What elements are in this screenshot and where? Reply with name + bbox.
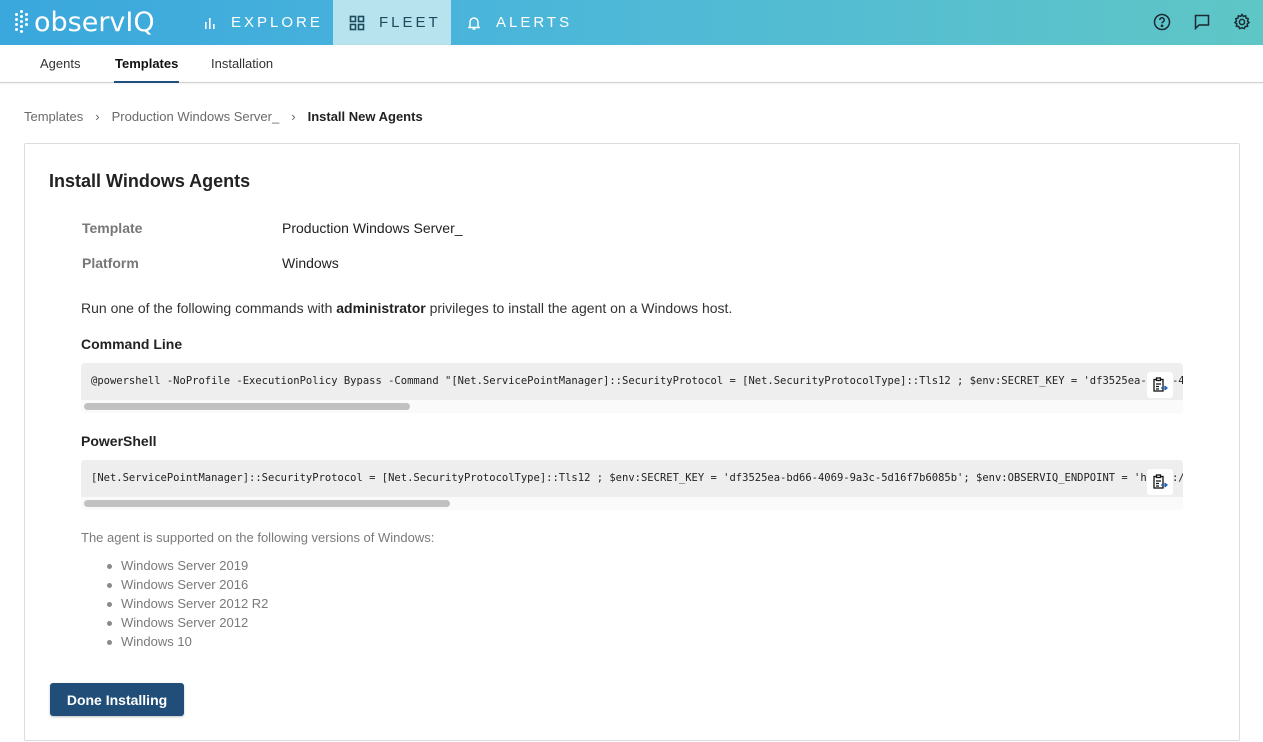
tab-templates[interactable]: Templates bbox=[113, 45, 180, 83]
supported-versions-list: Windows Server 2019 Windows Server 2016 … bbox=[106, 556, 269, 651]
command-line-scrollbar-thumb[interactable] bbox=[84, 403, 410, 410]
list-item: Windows Server 2019 bbox=[106, 556, 268, 575]
breadcrumb-templates-link[interactable]: Templates bbox=[24, 109, 83, 124]
bar-chart-icon bbox=[203, 16, 217, 30]
instructions-bold: administrator bbox=[336, 300, 426, 316]
instructions-suffix: privileges to install the agent on a Win… bbox=[425, 300, 733, 316]
breadcrumb-separator: › bbox=[95, 109, 100, 124]
tab-installation[interactable]: Installation bbox=[211, 45, 273, 83]
top-navigation-bar: observIQ EXPLORE FLEET ALERTS bbox=[0, 0, 1263, 45]
command-line-code[interactable]: @powershell -NoProfile -ExecutionPolicy … bbox=[91, 375, 1183, 387]
nav-explore-label: EXPLORE bbox=[231, 14, 323, 31]
platform-label: Platform bbox=[82, 255, 139, 271]
list-item: Windows Server 2012 R2 bbox=[106, 596, 269, 611]
copy-command-line-button[interactable] bbox=[1147, 372, 1173, 398]
powershell-code[interactable]: [Net.ServicePointManager]::SecurityProto… bbox=[91, 472, 1183, 484]
logo-dots-icon bbox=[12, 9, 32, 35]
command-line-heading: Command Line bbox=[81, 336, 183, 352]
platform-value: Windows bbox=[282, 255, 339, 271]
powershell-scrollbar[interactable] bbox=[81, 497, 1183, 510]
nav-explore[interactable]: EXPLORE bbox=[203, 0, 333, 45]
done-installing-button[interactable]: Done Installing bbox=[50, 683, 184, 716]
breadcrumb-separator: › bbox=[291, 109, 296, 124]
copy-clipboard-icon bbox=[1153, 474, 1168, 489]
nav-fleet-label: FLEET bbox=[379, 14, 441, 31]
list-item: Windows Server 2016 bbox=[106, 575, 268, 594]
command-line-scrollbar[interactable] bbox=[81, 400, 1183, 413]
sub-navigation-tabs: Agents Templates Installation bbox=[0, 45, 1263, 83]
breadcrumb-current: Install New Agents bbox=[307, 109, 423, 124]
breadcrumb-template-link[interactable]: Production Windows Server_ bbox=[112, 109, 280, 124]
list-item: Windows Server 2012 bbox=[106, 613, 268, 632]
copy-clipboard-icon bbox=[1153, 377, 1168, 392]
observiq-logo[interactable]: observIQ bbox=[12, 6, 155, 38]
grid-icon bbox=[349, 15, 365, 31]
gear-icon[interactable] bbox=[1231, 11, 1253, 33]
instructions-text: Run one of the following commands with a… bbox=[81, 300, 732, 316]
instructions-prefix: Run one of the following commands with bbox=[81, 300, 337, 316]
nav-alerts[interactable]: ALERTS bbox=[466, 0, 586, 45]
template-label: Template bbox=[82, 220, 143, 236]
copy-powershell-button[interactable] bbox=[1147, 469, 1173, 495]
list-item: Windows 10 bbox=[106, 632, 268, 651]
breadcrumb: Templates › Production Windows Server_ ›… bbox=[24, 109, 423, 124]
install-card: Install Windows Agents Template Producti… bbox=[24, 143, 1240, 741]
logo-text: observIQ bbox=[34, 6, 155, 38]
nav-alerts-label: ALERTS bbox=[496, 14, 573, 31]
command-line-code-block[interactable]: @powershell -NoProfile -ExecutionPolicy … bbox=[81, 363, 1183, 413]
tab-agents[interactable]: Agents bbox=[40, 45, 80, 83]
bell-icon bbox=[466, 15, 482, 31]
powershell-heading: PowerShell bbox=[81, 433, 157, 449]
template-value: Production Windows Server_ bbox=[282, 220, 463, 236]
powershell-scrollbar-thumb[interactable] bbox=[84, 500, 450, 507]
supported-versions-text: The agent is supported on the following … bbox=[81, 530, 435, 545]
help-icon[interactable] bbox=[1151, 11, 1173, 33]
chat-icon[interactable] bbox=[1191, 11, 1213, 33]
nav-fleet[interactable]: FLEET bbox=[333, 0, 451, 45]
page-title: Install Windows Agents bbox=[49, 171, 251, 191]
powershell-code-block[interactable]: [Net.ServicePointManager]::SecurityProto… bbox=[81, 460, 1183, 510]
